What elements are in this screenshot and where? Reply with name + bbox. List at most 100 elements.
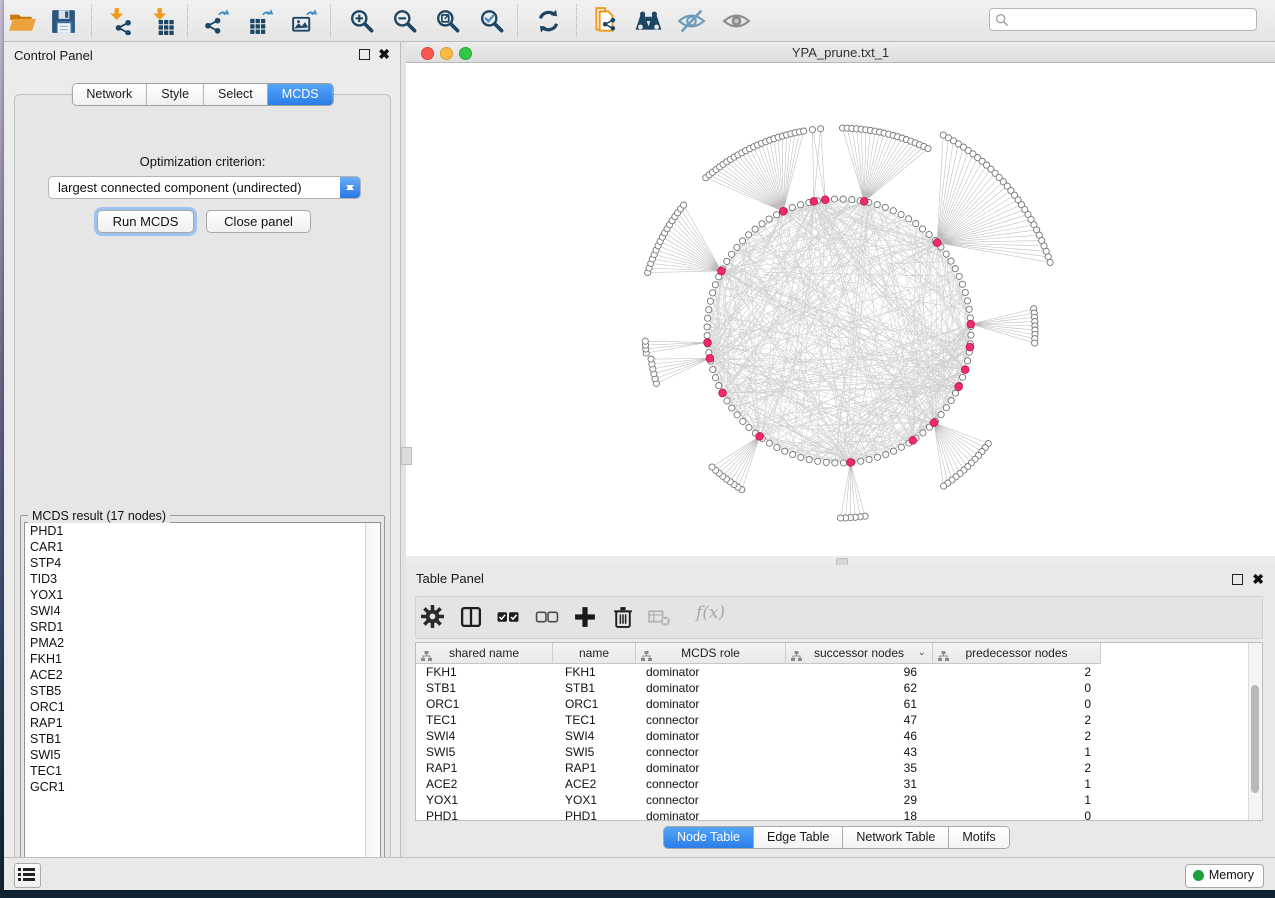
run-mcds-button[interactable]: Run MCDS: [97, 210, 194, 233]
splitter-grip[interactable]: [401, 447, 412, 465]
network-canvas[interactable]: [406, 63, 1275, 556]
mcds-result-node[interactable]: STB1: [25, 731, 380, 747]
table-row[interactable]: ACE2ACE2connector311: [416, 776, 1249, 792]
scrollbar-thumb[interactable]: [1251, 685, 1259, 793]
dropdown-stepper-icon[interactable]: [340, 177, 360, 198]
mcds-result-node[interactable]: GCR1: [25, 779, 380, 795]
new-network-from-selection-icon[interactable]: [591, 6, 620, 35]
mcds-result-node[interactable]: TID3: [25, 571, 380, 587]
cell-shared-name: ORC1: [416, 696, 553, 712]
table-scrollbar[interactable]: [1248, 643, 1262, 820]
settings-gear-icon[interactable]: [421, 605, 445, 629]
apply-preferred-layout-icon[interactable]: [534, 6, 563, 35]
list-scrollbar[interactable]: [365, 523, 380, 869]
tab-motifs[interactable]: Motifs: [949, 827, 1008, 848]
export-image-icon[interactable]: [291, 6, 320, 35]
cell-shared-name: SWI4: [416, 728, 553, 744]
show-all-icon[interactable]: [722, 6, 751, 35]
import-table-from-file-icon[interactable]: [149, 6, 178, 35]
delete-column-icon[interactable]: [611, 605, 635, 629]
table-row[interactable]: FKH1FKH1dominator962: [416, 664, 1249, 680]
tab-edge-table[interactable]: Edge Table: [754, 827, 843, 848]
mcds-result-list[interactable]: PHD1CAR1STP4TID3YOX1SWI4SRD1PMA2FKH1ACE2…: [24, 522, 381, 870]
mcds-result-node[interactable]: FKH1: [25, 651, 380, 667]
tab-style[interactable]: Style: [147, 84, 204, 105]
network-window-titlebar[interactable]: YPA_prune.txt_1: [406, 42, 1275, 63]
zoom-fit-content-icon[interactable]: [434, 6, 463, 35]
tab-network[interactable]: Network: [72, 84, 147, 105]
network-view-window: YPA_prune.txt_1: [406, 42, 1275, 556]
mcds-result-node[interactable]: TEC1: [25, 763, 380, 779]
mcds-result-node[interactable]: SRD1: [25, 619, 380, 635]
column-header-MCDS-role[interactable]: MCDS role: [636, 643, 786, 664]
table-row[interactable]: TEC1TEC1connector472: [416, 712, 1249, 728]
select-all-icon[interactable]: [496, 605, 520, 629]
table-row[interactable]: RAP1RAP1dominator352: [416, 760, 1249, 776]
toolbar-separator: [187, 4, 188, 37]
column-header-predecessor-nodes[interactable]: predecessor nodes: [933, 643, 1101, 664]
table-row[interactable]: STB1STB1dominator620: [416, 680, 1249, 696]
show-hide-columns-icon[interactable]: [459, 605, 483, 629]
table-row[interactable]: YOX1YOX1connector291: [416, 792, 1249, 808]
cell-successor-nodes: 18: [786, 808, 933, 821]
table-row[interactable]: PHD1PHD1dominator180: [416, 808, 1249, 821]
control-panel-title: Control Panel: [14, 48, 93, 63]
tab-mcds[interactable]: MCDS: [268, 84, 333, 105]
mcds-result-node[interactable]: SWI5: [25, 747, 380, 763]
tab-network-table[interactable]: Network Table: [843, 827, 949, 848]
close-panel-icon[interactable]: ✖: [378, 46, 390, 62]
save-session-icon[interactable]: [49, 6, 78, 35]
table-row[interactable]: ORC1ORC1dominator610: [416, 696, 1249, 712]
tab-node-table[interactable]: Node Table: [664, 827, 754, 848]
tab-select[interactable]: Select: [204, 84, 268, 105]
control-panel: Control Panel ✖ NetworkStyleSelectMCDS O…: [4, 42, 401, 858]
sort-indicator-icon[interactable]: ⌄: [918, 643, 926, 663]
search-input[interactable]: [1014, 10, 1252, 31]
table-row[interactable]: SWI4SWI4dominator462: [416, 728, 1249, 744]
cell-shared-name: PHD1: [416, 808, 553, 821]
task-history-button[interactable]: [14, 863, 41, 888]
column-header-successor-nodes[interactable]: successor nodes⌄: [786, 643, 933, 664]
hide-selected-icon[interactable]: [677, 6, 706, 35]
horizontal-splitter[interactable]: [406, 556, 1275, 565]
zoom-in-icon[interactable]: [348, 6, 377, 35]
export-network-icon[interactable]: [203, 6, 232, 35]
mcds-result-node[interactable]: PMA2: [25, 635, 380, 651]
close-panel-icon[interactable]: ✖: [1252, 571, 1264, 587]
mcds-result-node[interactable]: SWI4: [25, 603, 380, 619]
cell-predecessor-nodes: 1: [933, 744, 1101, 760]
mcds-result-node[interactable]: ACE2: [25, 667, 380, 683]
cell-successor-nodes: 43: [786, 744, 933, 760]
column-header-name[interactable]: name: [553, 643, 636, 664]
close-panel-button[interactable]: Close panel: [206, 210, 311, 233]
column-header-shared-name[interactable]: shared name: [416, 643, 553, 664]
mcds-result-node[interactable]: STP4: [25, 555, 380, 571]
toolbar-separator: [517, 4, 518, 37]
search-box[interactable]: [989, 8, 1257, 31]
mcds-result-node[interactable]: STB5: [25, 683, 380, 699]
node-table[interactable]: shared namenameMCDS rolesuccessor nodes⌄…: [415, 642, 1263, 821]
import-network-from-file-icon[interactable]: [106, 6, 135, 35]
zoom-selected-region-icon[interactable]: [478, 6, 507, 35]
export-table-icon[interactable]: [247, 6, 276, 35]
clear-selection-icon[interactable]: [535, 605, 559, 629]
add-column-icon[interactable]: [573, 605, 597, 629]
zoom-out-icon[interactable]: [391, 6, 420, 35]
float-panel-icon[interactable]: [359, 49, 370, 60]
binoculars-search-icon[interactable]: [634, 6, 663, 35]
cell-name: STB1: [553, 680, 636, 696]
memory-button[interactable]: Memory: [1185, 864, 1264, 888]
table-row[interactable]: SWI5SWI5connector431: [416, 744, 1249, 760]
mcds-result-node[interactable]: PHD1: [25, 523, 380, 539]
cell-MCDS-role: connector: [636, 744, 786, 760]
search-icon: [995, 13, 1009, 27]
float-panel-icon[interactable]: [1232, 574, 1243, 585]
mcds-result-node[interactable]: YOX1: [25, 587, 380, 603]
open-file-icon[interactable]: [8, 6, 37, 35]
mcds-result-node[interactable]: CAR1: [25, 539, 380, 555]
criterion-dropdown[interactable]: largest connected component (undirected): [48, 176, 361, 199]
cell-name: SWI4: [553, 728, 636, 744]
mcds-result-node[interactable]: ORC1: [25, 699, 380, 715]
mcds-result-node[interactable]: RAP1: [25, 715, 380, 731]
criterion-value: largest connected component (undirected): [58, 180, 302, 195]
